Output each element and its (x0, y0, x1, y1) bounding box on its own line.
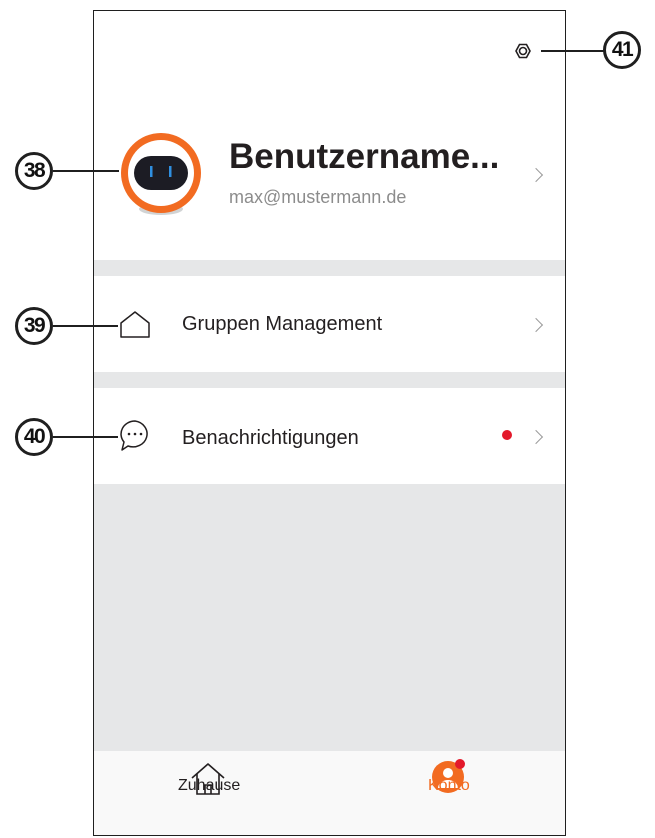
menu-item-notifications[interactable]: Benachrichtigungen (94, 388, 565, 484)
unread-badge (502, 430, 512, 440)
username: Benutzername... (229, 137, 500, 176)
robot-avatar-icon (121, 133, 201, 215)
callout-leader (53, 325, 118, 327)
callout-38: 38 (15, 152, 53, 190)
callout-39: 39 (15, 307, 53, 345)
app-screen: Benutzername... max@mustermann.de Gruppe… (93, 10, 566, 836)
callout-leader (53, 170, 119, 172)
callout-41: 41 (603, 31, 641, 69)
chat-bubble-icon (120, 420, 148, 451)
tab-home-label: Zuhause (178, 777, 241, 794)
menu-item-label: Gruppen Management (182, 313, 383, 335)
home-outline-icon (120, 311, 150, 338)
settings-button[interactable] (507, 35, 539, 67)
callout-40: 40 (15, 418, 53, 456)
tab-account-label: Konto (428, 777, 470, 794)
menu-item-label: Benachrichtigungen (182, 427, 359, 449)
callout-leader (53, 436, 118, 438)
section-separator (94, 372, 565, 388)
settings-gear-icon (515, 43, 531, 59)
chevron-right-icon (528, 429, 544, 445)
avatar (116, 131, 206, 227)
email-address: max@mustermann.de (229, 187, 407, 207)
callout-leader (541, 50, 604, 52)
empty-content-area (94, 484, 565, 753)
profile-header[interactable] (94, 111, 565, 251)
bottom-tab-bar (94, 751, 565, 835)
menu-item-groups[interactable]: Gruppen Management (94, 276, 565, 372)
chevron-right-icon (528, 317, 544, 333)
section-separator (94, 260, 565, 276)
